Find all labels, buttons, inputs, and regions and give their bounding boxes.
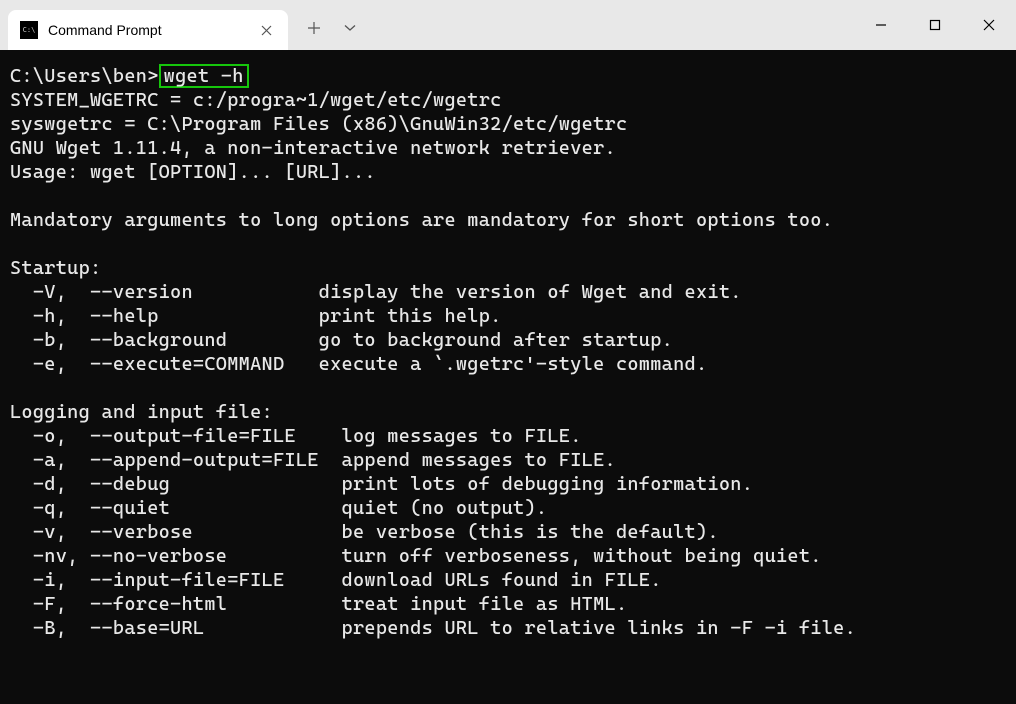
close-tab-button[interactable] <box>256 20 276 40</box>
close-window-button[interactable] <box>962 5 1016 45</box>
window-controls <box>854 0 1016 50</box>
command-highlight: wget -h <box>159 64 249 88</box>
terminal-line: -v, --verbose be verbose (this is the de… <box>10 521 719 543</box>
terminal-line: GNU Wget 1.11.4, a non-interactive netwo… <box>10 137 616 159</box>
maximize-icon <box>929 19 941 31</box>
terminal-line: -a, --append-output=FILE append messages… <box>10 449 616 471</box>
terminal-line: -i, --input-file=FILE download URLs foun… <box>10 569 662 591</box>
terminal-line: -B, --base=URL prepends URL to relative … <box>10 617 856 639</box>
tab-command-prompt[interactable]: C:\ Command Prompt <box>8 10 288 50</box>
minimize-icon <box>875 19 887 31</box>
titlebar-left: C:\ Command Prompt <box>0 0 366 50</box>
terminal-line: -b, --background go to background after … <box>10 329 673 351</box>
chevron-down-icon <box>344 24 356 32</box>
terminal-line: -V, --version display the version of Wge… <box>10 281 742 303</box>
terminal-line: -F, --force-html treat input file as HTM… <box>10 593 627 615</box>
terminal-line: -q, --quiet quiet (no output). <box>10 497 547 519</box>
terminal-line: -nv, --no-verbose turn off verboseness, … <box>10 545 822 567</box>
close-icon <box>983 19 995 31</box>
tab-dropdown-button[interactable] <box>334 12 366 44</box>
terminal-line: -o, --output-file=FILE log messages to F… <box>10 425 582 447</box>
new-tab-button[interactable] <box>298 12 330 44</box>
close-icon <box>261 25 272 36</box>
terminal-line: -e, --execute=COMMAND execute a `.wgetrc… <box>10 353 707 375</box>
terminal-line: Logging and input file: <box>10 401 273 423</box>
prompt: C:\Users\ben> <box>10 65 159 87</box>
terminal-line: Usage: wget [OPTION]... [URL]... <box>10 161 376 183</box>
tab-title: Command Prompt <box>48 22 256 38</box>
plus-icon <box>307 21 321 35</box>
cmd-icon: C:\ <box>20 21 38 39</box>
terminal-line: Startup: <box>10 257 101 279</box>
terminal-line: syswgetrc = C:\Program Files (x86)\GnuWi… <box>10 113 627 135</box>
terminal-line: -d, --debug print lots of debugging info… <box>10 473 753 495</box>
terminal-output[interactable]: C:\Users\ben>wget -h SYSTEM_WGETRC = c:/… <box>0 50 1016 704</box>
terminal-line: Mandatory arguments to long options are … <box>10 209 833 231</box>
terminal-line: SYSTEM_WGETRC = c:/progra~1/wget/etc/wge… <box>10 89 502 111</box>
minimize-button[interactable] <box>854 5 908 45</box>
window-titlebar: C:\ Command Prompt <box>0 0 1016 50</box>
maximize-button[interactable] <box>908 5 962 45</box>
terminal-line: -h, --help print this help. <box>10 305 502 327</box>
